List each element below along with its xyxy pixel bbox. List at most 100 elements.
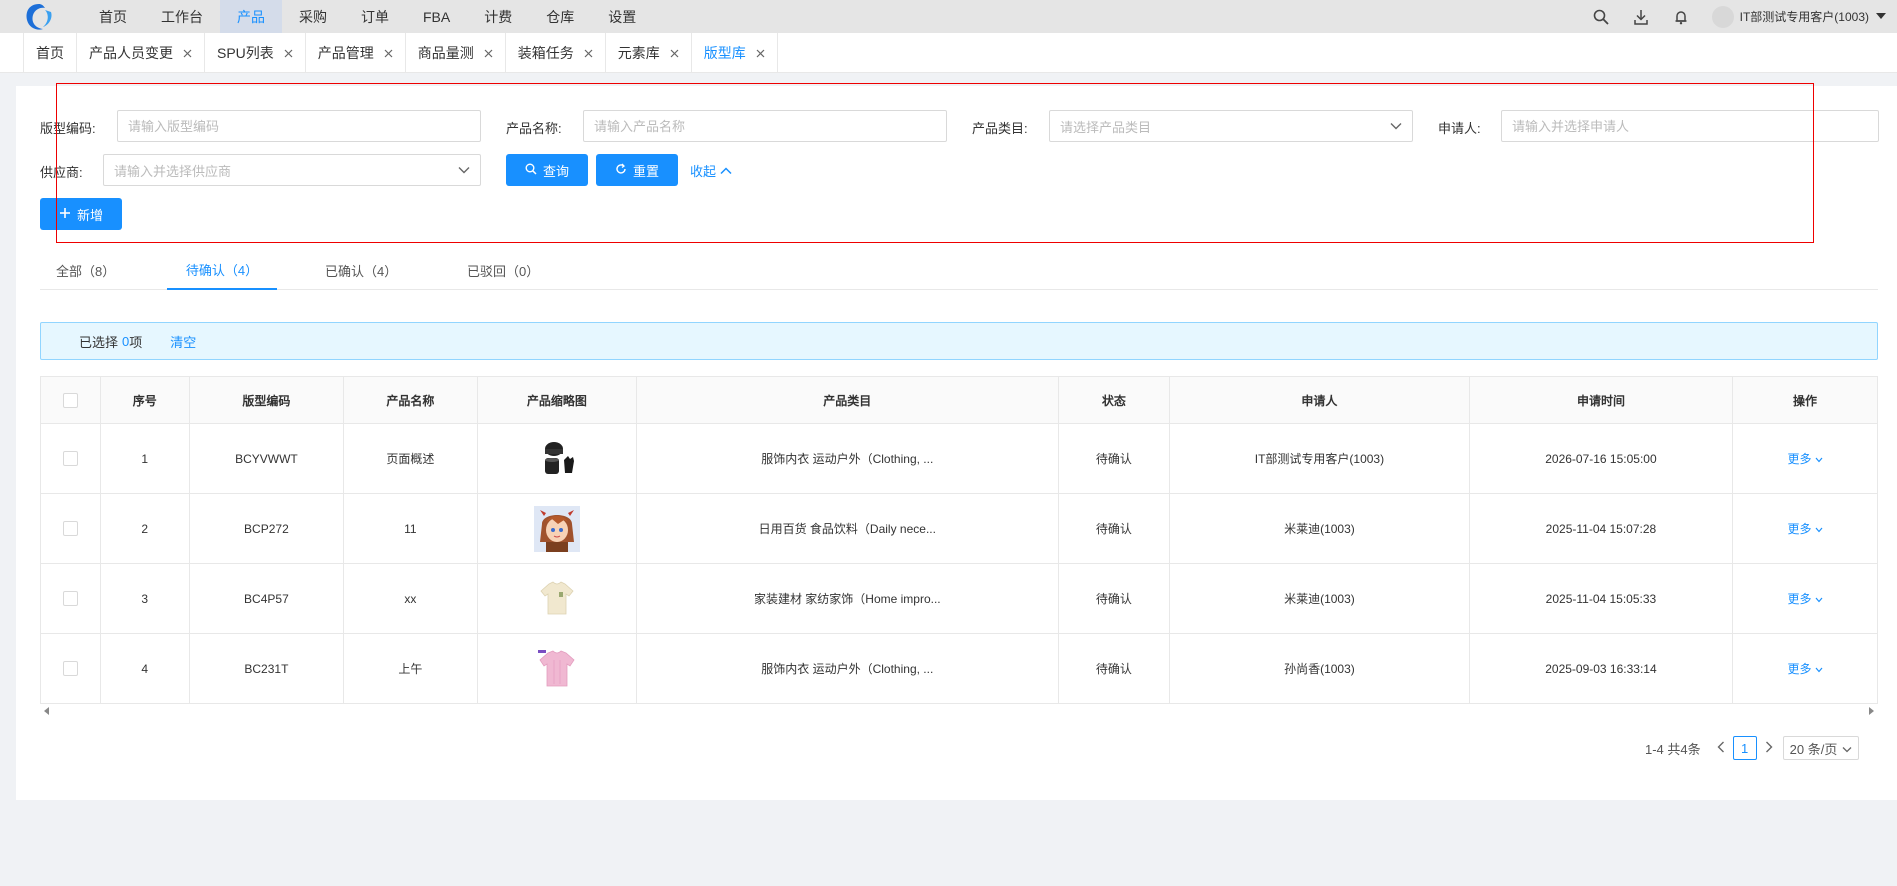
close-icon[interactable] — [484, 45, 493, 61]
cell-code: BC4P57 — [190, 564, 344, 633]
page-tab-label: 装箱任务 — [517, 45, 574, 61]
cell-category: 日用百货 食品饮料（Daily nece... — [637, 494, 1059, 563]
status-tab-label: 全部（8） — [56, 263, 116, 279]
page-tab[interactable]: SPU列表 — [205, 33, 306, 73]
bell-icon[interactable] — [1672, 8, 1690, 26]
chevron-down-icon — [1842, 741, 1852, 756]
code-input[interactable] — [117, 110, 481, 142]
page-tab[interactable]: 产品管理 — [306, 33, 406, 73]
table-header-row: 序号 版型编码 产品名称 产品缩略图 产品类目 状态 申请人 申请时间 操作 — [41, 377, 1877, 424]
product-thumbnail[interactable] — [534, 436, 580, 482]
close-icon[interactable] — [584, 45, 593, 61]
page-tab[interactable]: 版型库 — [692, 33, 778, 73]
name-input-field[interactable] — [594, 118, 936, 134]
name-input[interactable] — [583, 110, 947, 142]
table-horizontal-scrollbar[interactable] — [40, 703, 1878, 719]
search-button[interactable]: 查询 — [506, 154, 588, 186]
selection-prefix: 已选择 — [79, 334, 119, 350]
close-icon[interactable] — [756, 45, 765, 61]
status-tab-label: 已驳回（0） — [467, 263, 540, 279]
close-icon[interactable] — [670, 45, 679, 61]
column-header: 版型编码 — [189, 377, 344, 423]
selection-bar: 已选择 0 项 清空 — [40, 322, 1878, 360]
more-actions-dropdown[interactable]: 更多 — [1787, 450, 1822, 467]
product-thumbnail[interactable] — [533, 505, 580, 552]
more-actions-dropdown[interactable]: 更多 — [1787, 660, 1822, 677]
clear-selection-link[interactable]: 清空 — [170, 332, 196, 351]
more-actions-dropdown[interactable]: 更多 — [1787, 520, 1822, 537]
row-checkbox[interactable] — [62, 661, 78, 676]
row-checkbox-cell — [41, 424, 101, 493]
search-icon[interactable] — [1592, 8, 1610, 26]
close-icon[interactable] — [384, 45, 393, 61]
page-tab[interactable]: 装箱任务 — [506, 33, 606, 73]
thumbnail-cell — [478, 564, 637, 633]
column-header: 申请人 — [1170, 377, 1470, 423]
close-icon[interactable] — [284, 45, 293, 61]
status-tab-pending[interactable]: 待确认（4） — [167, 250, 277, 290]
page-tab[interactable]: 元素库 — [606, 33, 692, 73]
applicant-input[interactable] — [1501, 110, 1879, 142]
product-thumbnail[interactable] — [534, 576, 580, 622]
cell-name: 上午 — [344, 634, 478, 703]
close-icon[interactable] — [183, 45, 192, 61]
page-tab[interactable]: 商品量测 — [406, 33, 506, 73]
action-cell: 更多 — [1733, 564, 1877, 633]
status-tab-confirmed[interactable]: 已确认（4） — [325, 250, 397, 290]
nav-item[interactable]: 计费 — [467, 0, 529, 33]
cell-category: 服饰内衣 运动户外（Clothing, ... — [637, 634, 1059, 703]
nav-item[interactable]: FBA — [406, 0, 467, 33]
pagination: 1-4 共4条 1 20 条/页 — [1645, 736, 1860, 760]
select-all-checkbox[interactable] — [62, 392, 78, 408]
page-size-select[interactable]: 20 条/页 — [1782, 736, 1860, 760]
next-page-icon[interactable] — [1765, 741, 1773, 756]
page-tab-label: 版型库 — [703, 45, 746, 61]
code-input-field[interactable] — [128, 118, 470, 134]
row-checkbox-cell — [41, 494, 101, 563]
status-tab-rejected[interactable]: 已驳回（0） — [467, 250, 539, 290]
nav-item[interactable]: 设置 — [591, 0, 653, 33]
caret-down-icon — [1875, 10, 1887, 24]
category-select[interactable]: 请选择产品类目 — [1049, 110, 1413, 142]
cell-code: BCYVWWT — [190, 424, 344, 493]
row-checkbox[interactable] — [62, 591, 78, 606]
status-tab-label: 已确认（4） — [325, 263, 398, 279]
nav-item[interactable]: 首页 — [82, 0, 144, 33]
chevron-down-icon — [458, 163, 470, 177]
nav-item[interactable]: 订单 — [344, 0, 406, 33]
add-button[interactable]: 新增 — [40, 198, 122, 230]
cell-status: 待确认 — [1059, 564, 1170, 633]
cell-time: 2025-09-03 16:33:14 — [1470, 634, 1734, 703]
app-logo[interactable] — [22, 2, 56, 32]
page-tabs: 首页 产品人员变更 SPU列表 产品管理 商品量测 装箱任务 元素库 版型库 — [24, 33, 778, 73]
page-number-current[interactable]: 1 — [1732, 736, 1757, 760]
tabs-scroll-left[interactable] — [4, 33, 24, 73]
row-checkbox[interactable] — [62, 521, 78, 536]
nav-item[interactable]: 工作台 — [144, 0, 220, 33]
row-checkbox[interactable] — [62, 451, 78, 466]
nav-item[interactable]: 采购 — [282, 0, 344, 33]
cell-time: 2026-07-16 15:05:00 — [1470, 424, 1734, 493]
applicant-input-field[interactable] — [1512, 118, 1868, 134]
page-tab[interactable]: 产品人员变更 — [77, 33, 205, 73]
prev-page-icon[interactable] — [1717, 741, 1725, 756]
user-menu[interactable]: IT部测试专用客户(1003) — [1711, 5, 1887, 28]
cell-name: 11 — [344, 494, 478, 563]
table-row: 2 BCP272 11 日用百货 食品饮料（Daily nece... 待确认 米莱迪(1… — [41, 494, 1877, 564]
cell-category: 服饰内衣 运动户外（Clothing, ... — [637, 424, 1059, 493]
download-icon[interactable] — [1632, 8, 1650, 26]
nav-item[interactable]: 产品 — [220, 0, 282, 33]
page-tab[interactable]: 首页 — [24, 33, 77, 73]
collapse-link[interactable]: 收起 — [690, 161, 732, 180]
page-tabs-bar: 首页 产品人员变更 SPU列表 产品管理 商品量测 装箱任务 元素库 版型库 — [0, 33, 1897, 73]
nav-item[interactable]: 仓库 — [529, 0, 591, 33]
top-navbar: 首页 工作台 产品 采购 订单 FBA 计费 仓库 设置 IT部测试专用客户(1003) — [0, 0, 1897, 33]
action-cell: 更多 — [1733, 634, 1877, 703]
reset-button-label: 重置 — [632, 163, 659, 179]
thumbnail-cell — [478, 424, 637, 493]
product-thumbnail[interactable] — [534, 646, 580, 692]
supplier-select[interactable]: 请输入并选择供应商 — [103, 154, 481, 186]
reset-button[interactable]: 重置 — [596, 154, 678, 186]
status-tab-all[interactable]: 全部（8） — [56, 250, 115, 290]
more-actions-dropdown[interactable]: 更多 — [1787, 590, 1822, 607]
